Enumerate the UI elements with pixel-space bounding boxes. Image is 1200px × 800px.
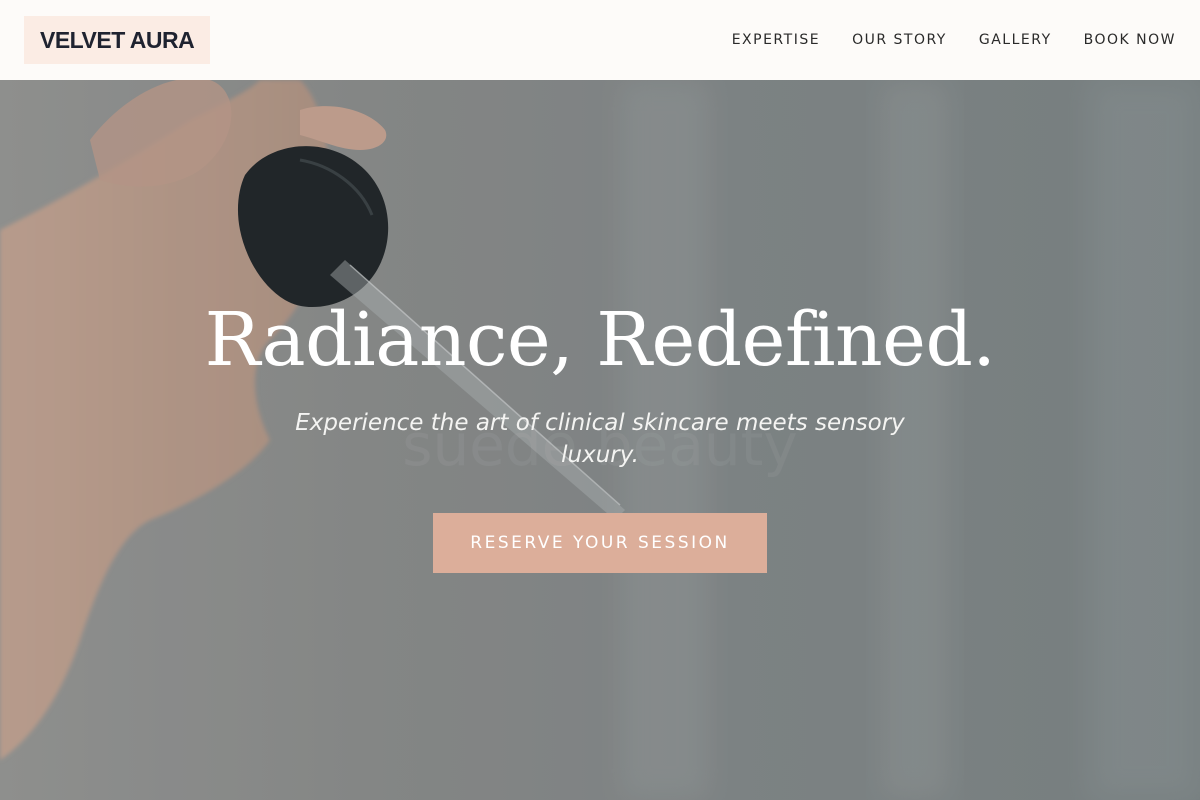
nav-link-our-story[interactable]: OUR STORY xyxy=(852,32,947,48)
brand-logo[interactable]: VELVET AURA xyxy=(24,16,211,64)
nav-link-expertise[interactable]: EXPERTISE xyxy=(732,32,820,48)
hero-subtitle: Experience the art of clinical skincare … xyxy=(295,410,905,469)
hero-content: Radiance, Redefined. Experience the art … xyxy=(0,297,1200,574)
reserve-session-button[interactable]: RESERVE YOUR SESSION xyxy=(433,513,767,574)
nav-link-gallery[interactable]: GALLERY xyxy=(979,32,1052,48)
main-nav: EXPERTISE OUR STORY GALLERY BOOK NOW xyxy=(732,32,1176,48)
hero-section: suede beauty Radiance, Redefined. Experi… xyxy=(0,80,1200,800)
site-header: VELVET AURA EXPERTISE OUR STORY GALLERY … xyxy=(0,0,1200,80)
hero-title: Radiance, Redefined. xyxy=(204,297,996,383)
nav-link-book-now[interactable]: BOOK NOW xyxy=(1084,32,1176,48)
